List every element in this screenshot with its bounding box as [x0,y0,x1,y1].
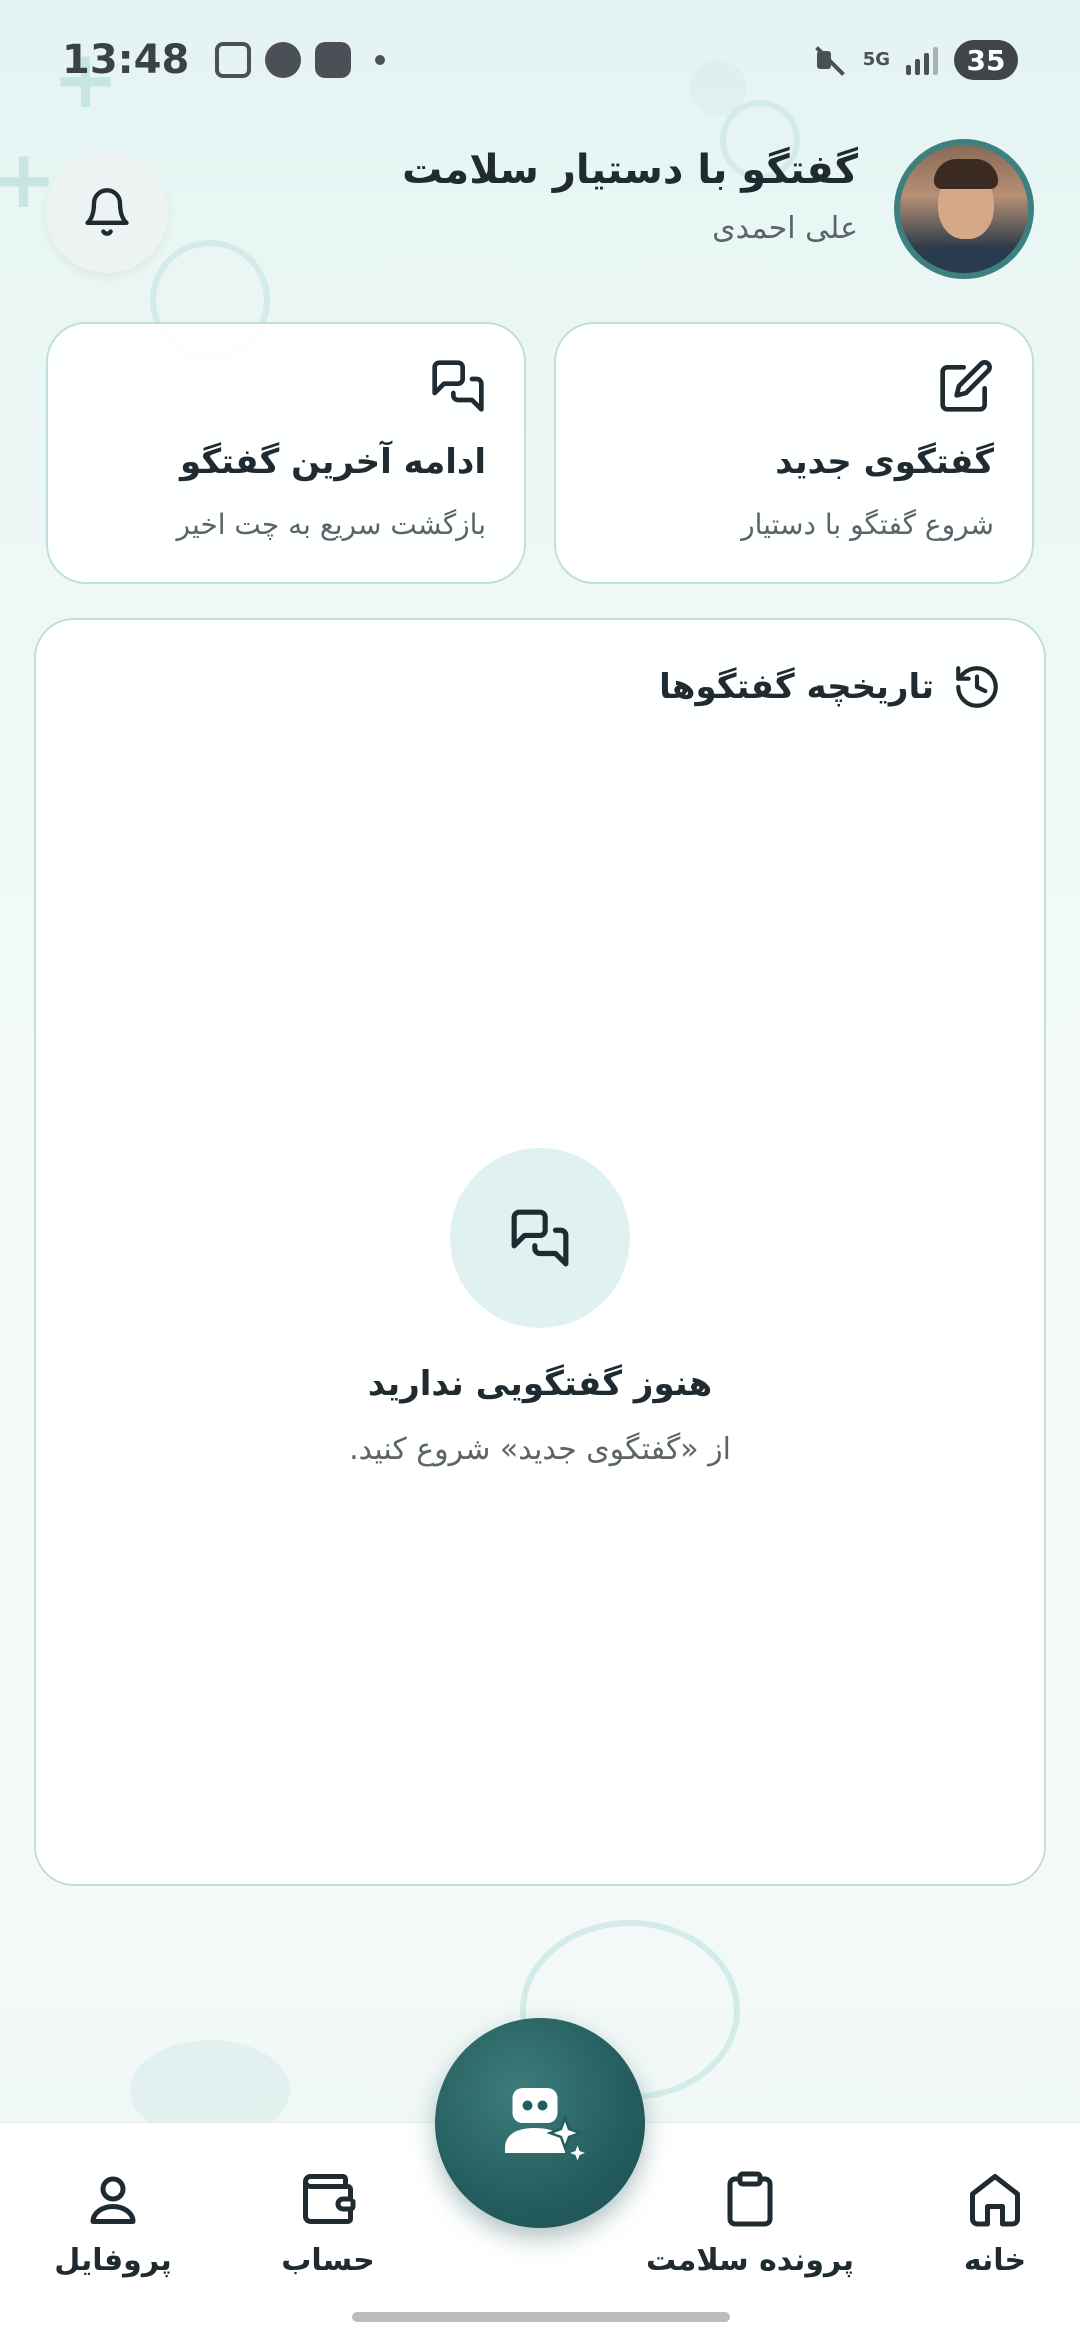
nav-health-records-label: پرونده سلامت [646,2243,854,2278]
home-icon [970,2174,1020,2227]
mute-icon [813,43,847,77]
nav-account-label: حساب [281,2243,375,2278]
signal-icon [906,45,938,75]
empty-state: هنوز گفتگویی ندارید از «گفتگوی جدید» شرو… [36,1148,1044,1467]
empty-state-subtitle: از «گفتگوی جدید» شروع کنید. [349,1432,731,1467]
wallet-icon [303,2174,356,2224]
nav-account[interactable]: حساب [268,2169,388,2278]
nav-health-records[interactable]: پرونده سلامت [640,2169,860,2278]
header: گفتگو با دستیار سلامت علی احمدی [0,135,1080,285]
ai-assistant-button[interactable] [435,2018,645,2228]
resume-chat-card[interactable]: ادامه آخرین گفتگو بازگشت سریع به چت اخیر [46,322,526,584]
nav-home[interactable]: خانه [940,2169,1050,2278]
edit-icon [940,360,992,412]
avatar[interactable] [894,139,1034,279]
app-notification-icon [315,42,352,78]
chat-history-panel: تاریخچه گفتگوها هنوز گفتگویی ندارید از «… [34,618,1046,1886]
status-bar: 13:48 5G 35 [0,0,1080,120]
nav-home-label: خانه [963,2243,1027,2278]
home-indicator[interactable] [352,2312,730,2322]
robot-sparkle-icon [505,2088,585,2161]
page-title: گفتگو با دستیار سلامت [402,147,858,193]
nav-profile-label: پروفایل [54,2243,172,2278]
bell-icon [85,188,129,236]
new-chat-subtitle: شروع گفتگو با دستیار [741,508,994,541]
history-icon [956,666,998,708]
screenshot-icon [215,42,252,78]
battery-indicator: 35 [954,40,1018,80]
more-notifications-dot [375,55,386,65]
new-chat-card[interactable]: گفتگوی جدید شروع گفتگو با دستیار [554,322,1034,584]
user-icon [90,2176,136,2224]
nav-profile[interactable]: پروفایل [48,2169,178,2278]
empty-state-title: هنوز گفتگویی ندارید [367,1364,713,1404]
resume-chat-title: ادامه آخرین گفتگو [180,442,486,482]
history-title: تاریخچه گفتگوها [659,667,934,707]
status-time: 13:48 [62,37,190,83]
user-name: علی احمدی [712,211,858,246]
new-chat-title: گفتگوی جدید [775,442,994,482]
network-5g-icon: 5G [862,49,890,70]
notification-icons [215,42,386,78]
notifications-button[interactable] [46,151,168,273]
resume-chat-subtitle: بازگشت سریع به چت اخیر [176,508,486,541]
chat-bubbles-icon [511,1209,569,1267]
chat-bubbles-icon [432,360,484,412]
clipboard-icon [727,2171,773,2227]
empty-state-badge [450,1148,630,1328]
shield-check-icon [265,42,302,78]
